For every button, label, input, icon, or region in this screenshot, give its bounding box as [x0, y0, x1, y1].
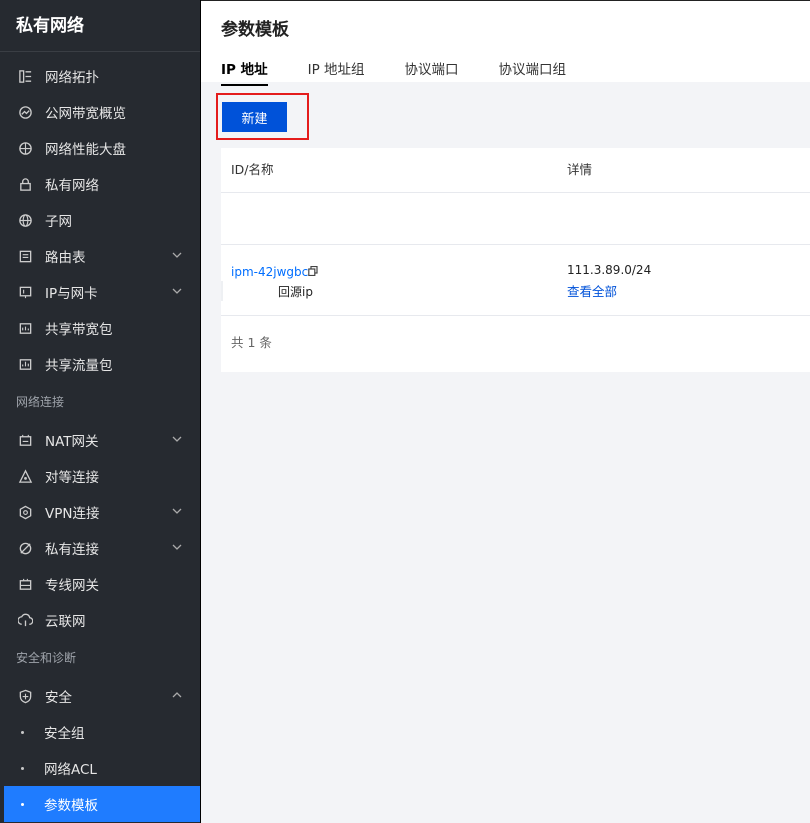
sidebar-item-label: 公网带宽概览: [45, 106, 126, 122]
sidebar-item-label: 私有连接: [45, 542, 99, 558]
sidebar-section-connect: 网络连接: [16, 395, 65, 409]
bullet-icon: [21, 766, 24, 770]
chevron-down-icon[interactable]: [172, 506, 182, 516]
tab-bar: IP 地址 IP 地址组 协议端口 协议端口组: [221, 58, 606, 86]
template-id-link[interactable]: ipm-42jwgbc: [231, 265, 308, 279]
topology-icon: [17, 68, 33, 84]
divider: [221, 315, 810, 316]
sidebar-item-label: 共享带宽包: [45, 322, 113, 338]
tab-protocol-port[interactable]: 协议端口: [405, 58, 459, 86]
vpn-icon: [17, 504, 33, 520]
sidebar-item-private-link[interactable]: 私有连接: [0, 530, 200, 566]
sidebar-item-peering[interactable]: 对等连接: [0, 458, 200, 494]
sidebar-item-label: 共享流量包: [45, 358, 113, 374]
sidebar-item-vpc[interactable]: 私有网络: [0, 166, 200, 202]
peering-icon: [17, 468, 33, 484]
template-detail-value: 111.3.89.0/24: [567, 263, 652, 277]
column-header-id-name: ID/名称: [231, 162, 274, 177]
tab-ip-address-group[interactable]: IP 地址组: [308, 58, 365, 86]
sidebar-item-label: VPN连接: [45, 506, 100, 522]
sidebar-item-topology[interactable]: 网络拓扑: [0, 58, 200, 94]
private-link-icon: [17, 540, 33, 556]
view-all-link[interactable]: 查看全部: [567, 281, 617, 300]
sidebar-item-performance[interactable]: 网络性能大盘: [0, 130, 200, 166]
sidebar-item-label: 网络拓扑: [45, 70, 99, 86]
sidebar-item-subnet[interactable]: 子网: [0, 202, 200, 238]
sidebar-item-vpn[interactable]: VPN连接: [0, 494, 200, 530]
sidebar-item-shared-traffic[interactable]: 共享流量包: [0, 346, 200, 382]
template-name: 回源ip: [278, 285, 313, 299]
sidebar-item-nat-gateway[interactable]: NAT网关: [0, 422, 200, 458]
bullet-icon: [21, 730, 24, 734]
page-title: 参数模板: [221, 20, 289, 40]
tab-ip-address[interactable]: IP 地址: [221, 58, 268, 86]
sidebar-item-dc-gateway[interactable]: 专线网关: [0, 566, 200, 602]
sidebar-title: 私有网络: [0, 0, 200, 52]
sidebar-subitem-param-template[interactable]: 参数模板: [4, 786, 200, 822]
bandwidth-icon: [17, 104, 33, 120]
sidebar-item-label: 专线网关: [45, 578, 99, 594]
sidebar-subitem-security-group[interactable]: 安全组: [0, 714, 200, 750]
sidebar-item-bandwidth-overview[interactable]: 公网带宽概览: [0, 94, 200, 130]
divider: [221, 192, 810, 193]
bullet-icon: [21, 802, 24, 806]
ccn-icon: [17, 612, 33, 628]
sidebar-item-ccn[interactable]: 云联网: [0, 602, 200, 638]
sidebar-item-label: 私有网络: [45, 178, 99, 194]
sidebar: 私有网络 网络拓扑 公网带宽概览 网络性能大盘 私有网络 子网 路由表 IP与网…: [0, 0, 201, 823]
route-table-icon: [17, 248, 33, 264]
sidebar-item-route-table[interactable]: 路由表: [0, 238, 200, 274]
lock-icon: [17, 176, 33, 192]
chevron-down-icon[interactable]: [172, 434, 182, 444]
copy-icon[interactable]: [308, 266, 318, 276]
chevron-down-icon[interactable]: [172, 286, 182, 296]
template-table: ID/名称 详情 ipm-42jwgbc 回源ip 111.3.89.0/24 …: [221, 148, 810, 372]
sidebar-item-label: 子网: [45, 214, 72, 230]
sidebar-item-label: 对等连接: [45, 470, 99, 486]
sidebar-item-label: 网络性能大盘: [45, 142, 126, 158]
sidebar-item-security[interactable]: 安全: [0, 678, 200, 714]
nat-gateway-icon: [17, 432, 33, 448]
chevron-down-icon[interactable]: [172, 542, 182, 552]
sidebar-item-label: 云联网: [45, 614, 86, 630]
performance-icon: [17, 140, 33, 156]
new-button[interactable]: 新建: [222, 102, 287, 132]
sidebar-subitem-label: 网络ACL: [44, 762, 97, 778]
sidebar-item-label: 安全: [45, 690, 72, 706]
sidebar-item-ip-nic[interactable]: IP与网卡: [0, 274, 200, 310]
chevron-up-icon[interactable]: [172, 690, 182, 700]
dc-gateway-icon: [17, 576, 33, 592]
sidebar-section-security: 安全和诊断: [16, 651, 77, 665]
total-count: 共 1 条: [231, 335, 272, 350]
sidebar-item-label: NAT网关: [45, 434, 99, 450]
main-content: 参数模板 IP 地址 IP 地址组 协议端口 协议端口组 新建 ID/名称 详情…: [201, 0, 810, 823]
sidebar-item-shared-bandwidth[interactable]: 共享带宽包: [0, 310, 200, 346]
shared-bandwidth-icon: [17, 320, 33, 336]
shield-icon: [17, 688, 33, 704]
sidebar-subitem-network-acl[interactable]: 网络ACL: [0, 750, 200, 786]
sidebar-item-label: IP与网卡: [45, 286, 98, 302]
tab-protocol-port-group[interactable]: 协议端口组: [499, 58, 567, 86]
sidebar-subitem-label: 安全组: [44, 726, 85, 742]
nic-icon: [17, 284, 33, 300]
row-indicator: [221, 281, 223, 301]
sidebar-item-label: 路由表: [45, 250, 86, 266]
sidebar-subitem-label: 参数模板: [44, 798, 98, 814]
divider: [221, 244, 810, 245]
globe-icon: [17, 212, 33, 228]
chevron-down-icon[interactable]: [172, 250, 182, 260]
shared-traffic-icon: [17, 356, 33, 372]
column-header-detail: 详情: [567, 162, 593, 177]
